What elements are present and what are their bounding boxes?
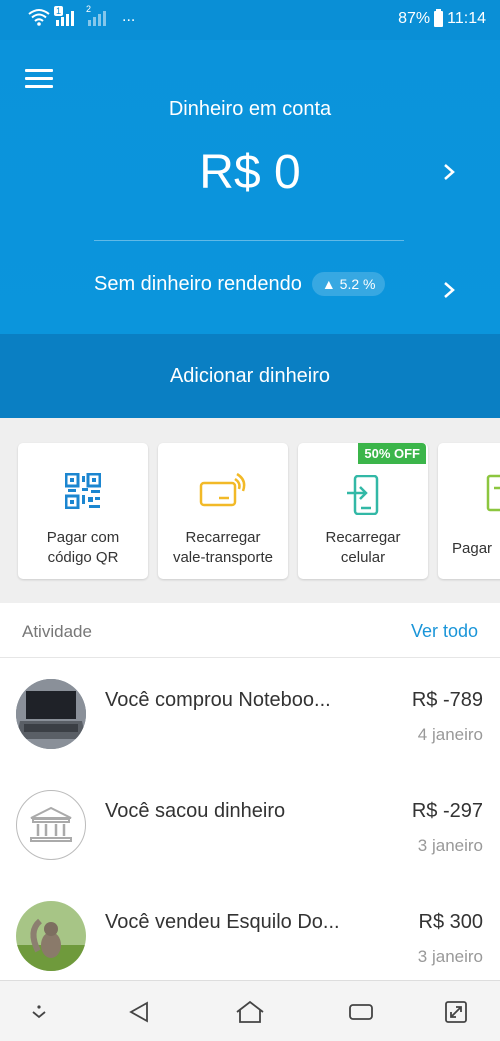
activity-item[interactable]: Você comprou Noteboo... R$ -789 4 janeir… [0, 659, 500, 769]
shortcut-recharge-phone[interactable]: 50% OFF Recarregar celular [298, 443, 428, 579]
nav-home-icon[interactable] [235, 997, 265, 1027]
status-bar: 1 2 ... 87% 11:14 [0, 0, 500, 40]
more-notifications: ... [122, 8, 136, 25]
shortcut-label: Pagar [452, 540, 493, 557]
system-nav-bar [0, 980, 500, 1041]
menu-icon[interactable] [25, 69, 53, 89]
activity-item-date: 4 janeiro [417, 725, 483, 744]
shortcut-label: Pagar com código QR [46, 529, 120, 566]
shortcut-carousel[interactable]: Pagar com código QR Recarregar vale-tran… [0, 418, 500, 603]
nav-expand-icon[interactable] [441, 997, 471, 1027]
qr-code-icon [18, 473, 148, 513]
nav-back-icon[interactable] [124, 997, 154, 1027]
divider [94, 240, 404, 241]
balance-header: Dinheiro em conta R$ 0 Sem dinheiro rend… [0, 40, 500, 334]
add-money-button[interactable]: Adicionar dinheiro [0, 334, 500, 418]
nav-recents-icon[interactable] [346, 997, 376, 1027]
shortcut-recharge-transit[interactable]: Recarregar vale-transporte [158, 443, 288, 579]
bank-icon [16, 790, 86, 860]
status-left: 1 2 ... [28, 4, 136, 26]
activity-item[interactable]: Você vendeu Esquilo Do... R$ 300 3 janei… [0, 881, 500, 980]
sim2-label: 2 [86, 4, 92, 14]
shortcut-label: Recarregar celular [325, 529, 401, 566]
shortcut-label: Recarregar vale-transporte [172, 529, 274, 566]
activity-item-title: Você vendeu Esquilo Do... [105, 911, 340, 933]
activity-item-date: 3 janeiro [417, 836, 483, 855]
activity-title: Atividade [22, 622, 92, 641]
savings-label: Sem dinheiro rendendo [94, 272, 302, 295]
activity-item-title: Você comprou Noteboo... [105, 689, 331, 711]
battery-percent: 87% [398, 10, 431, 27]
squirrel-photo-avatar [16, 901, 86, 971]
sim1-label: 1 [54, 6, 64, 16]
sim2-signal-icon: 2 [86, 4, 106, 26]
balance-chevron-right-icon[interactable] [442, 158, 456, 189]
shortcut-pay-bill[interactable]: Pagar [438, 443, 500, 579]
activity-item-amount: R$ 300 [418, 911, 484, 933]
savings-row[interactable]: Sem dinheiro rendendo ▲ 5.2 % [94, 272, 386, 296]
balance-value[interactable]: R$ 0 [0, 145, 500, 200]
transit-card-icon [158, 473, 288, 513]
savings-chevron-right-icon[interactable] [442, 276, 456, 307]
status-right: 87% 11:14 [398, 9, 486, 28]
discount-badge: 50% OFF [358, 443, 426, 464]
savings-rate-badge: ▲ 5.2 % [311, 272, 386, 296]
bill-icon [438, 473, 500, 513]
clock: 11:14 [447, 10, 486, 27]
activity-item[interactable]: Você sacou dinheiro R$ -297 3 janeiro [0, 770, 500, 880]
phone-recharge-icon [298, 475, 428, 515]
activity-header: Atividade Ver todo [0, 603, 500, 658]
activity-item-amount: R$ -789 [411, 689, 483, 711]
balance-label: Dinheiro em conta [168, 98, 332, 120]
activity-item-title: Você sacou dinheiro [105, 800, 286, 822]
see-all-link[interactable]: Ver todo [411, 621, 478, 642]
activity-item-date: 3 janeiro [417, 947, 483, 966]
activity-section: Atividade Ver todo Você comprou Noteboo.… [0, 603, 500, 980]
laptop-photo-avatar [16, 679, 86, 749]
shortcut-pay-qr[interactable]: Pagar com código QR [18, 443, 148, 579]
wifi-icon [28, 9, 50, 26]
sim1-signal-icon: 1 [54, 6, 74, 26]
battery-icon [434, 9, 444, 27]
nav-hide-icon[interactable] [24, 997, 54, 1027]
activity-item-amount: R$ -297 [411, 800, 483, 822]
